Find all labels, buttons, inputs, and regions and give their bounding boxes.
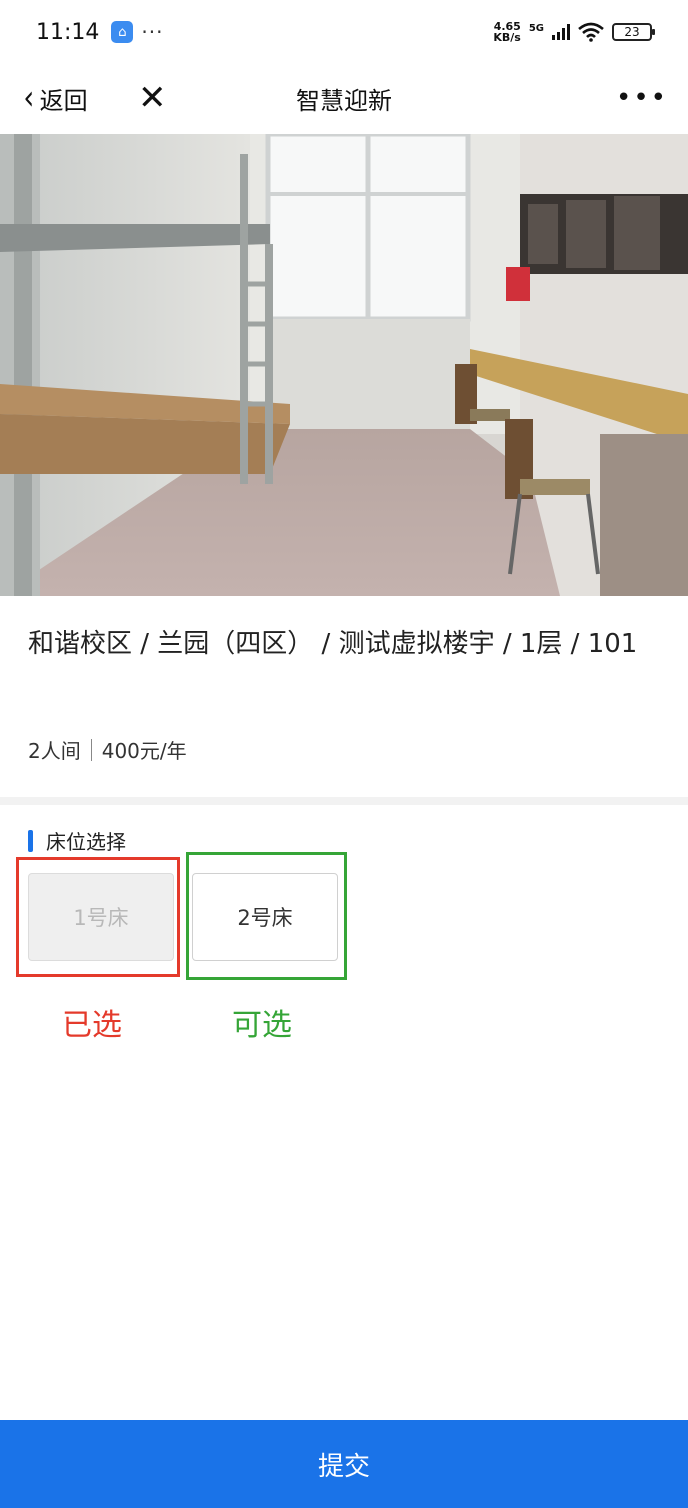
section-accent-bar [28, 829, 33, 852]
status-indicators: 4.65 KB/s 5G 23 [493, 21, 655, 43]
signal-strength-icon [552, 24, 570, 40]
bed-section-title: 床位选择 [46, 830, 126, 854]
network-type: 5G [528, 23, 544, 34]
app-notification-icon: ⌂ [111, 21, 134, 43]
battery-level: 23 [624, 25, 640, 39]
bed-section-header: 床位选择 [28, 826, 126, 855]
available-highlight-frame [186, 852, 347, 980]
status-time: 11:14 [36, 19, 100, 45]
section-divider [0, 797, 688, 805]
network-speed: 4.65 KB/s [493, 21, 520, 43]
close-button[interactable]: ✕ [138, 81, 167, 115]
wifi-icon [578, 22, 604, 42]
available-annotation: 可选 [232, 1008, 292, 1043]
more-options-button[interactable]: ••• [616, 83, 668, 113]
room-location-path: 和谐校区 / 兰园（四区） / 测试虚拟楼宇 / 1层 / 101 [28, 629, 638, 659]
meta-divider [90, 738, 92, 761]
chevron-left-icon: ‹ [23, 78, 35, 118]
battery-icon: 23 [612, 23, 655, 41]
more-notifications-icon: ··· [141, 20, 164, 44]
room-price: 400元/年 [101, 739, 187, 763]
dorm-room-photo [0, 134, 688, 596]
room-capacity: 2人间 [28, 739, 81, 763]
navigation-bar: ‹ 返回 ✕ 智慧迎新 ••• [0, 64, 688, 132]
submit-button[interactable]: 提交 [0, 1420, 688, 1508]
back-button[interactable]: ‹ 返回 [22, 78, 88, 118]
room-meta: 2人间 400元/年 [28, 735, 187, 764]
status-bar: 11:14 ⌂ ··· 4.65 KB/s 5G 23 [0, 0, 688, 64]
page-title: 智慧迎新 [296, 86, 392, 115]
network-speed-unit: KB/s [493, 31, 521, 44]
selected-annotation: 已选 [62, 1008, 122, 1043]
selected-highlight-frame [16, 857, 180, 977]
back-label: 返回 [39, 86, 88, 115]
